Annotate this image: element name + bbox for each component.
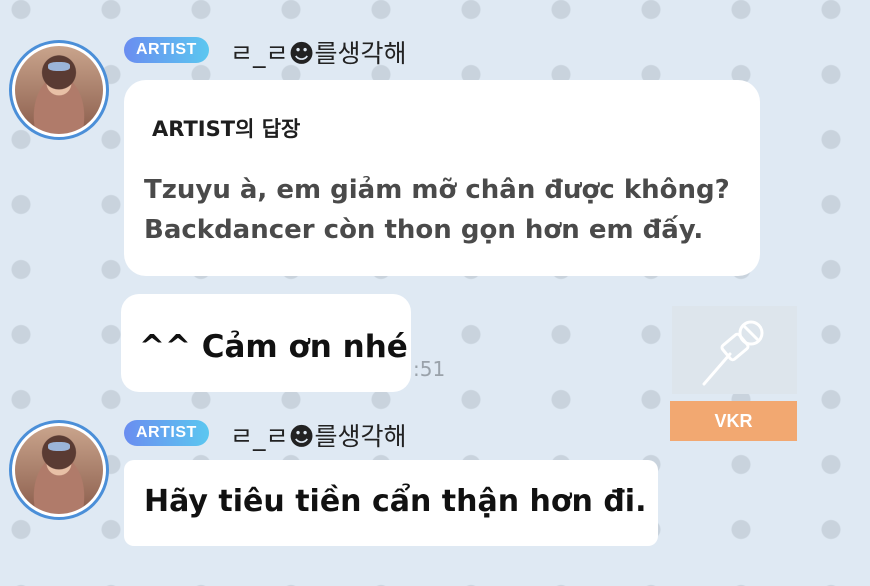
reply-bubble[interactable]: ARTIST의 답장 Tzuyu à, em giảm mỡ chân được…	[124, 80, 760, 276]
reply-text-line1: Tzuyu à, em giảm mỡ chân được không?	[144, 175, 730, 205]
avatar-image	[12, 423, 106, 517]
username: ㄹ_ㄹ☻를생각해	[230, 422, 407, 451]
avatar-image	[12, 43, 106, 137]
message-text: Hãy tiêu tiền cẩn thận hơn đi.	[144, 484, 647, 519]
reply-title: ARTIST의 답장	[152, 117, 301, 141]
username: ㄹ_ㄹ☻를생각해	[230, 39, 407, 68]
artist-badge: ARTIST	[124, 420, 209, 446]
watermark-label: VKR	[670, 401, 797, 441]
message-bubble[interactable]: ^^ Cảm ơn nhé	[121, 294, 411, 392]
watermark-box	[672, 306, 797, 394]
artist-badge: ARTIST	[124, 37, 209, 63]
message-bubble[interactable]: Hãy tiêu tiền cẩn thận hơn đi.	[124, 460, 658, 546]
reply-text-line2: Backdancer còn thon gọn hơn em đấy.	[144, 215, 704, 245]
message-time: :51	[413, 357, 446, 381]
message-text: ^^ Cảm ơn nhé	[139, 329, 408, 365]
microphone-icon	[702, 320, 764, 386]
artist-avatar[interactable]	[9, 40, 109, 140]
artist-avatar[interactable]	[9, 420, 109, 520]
